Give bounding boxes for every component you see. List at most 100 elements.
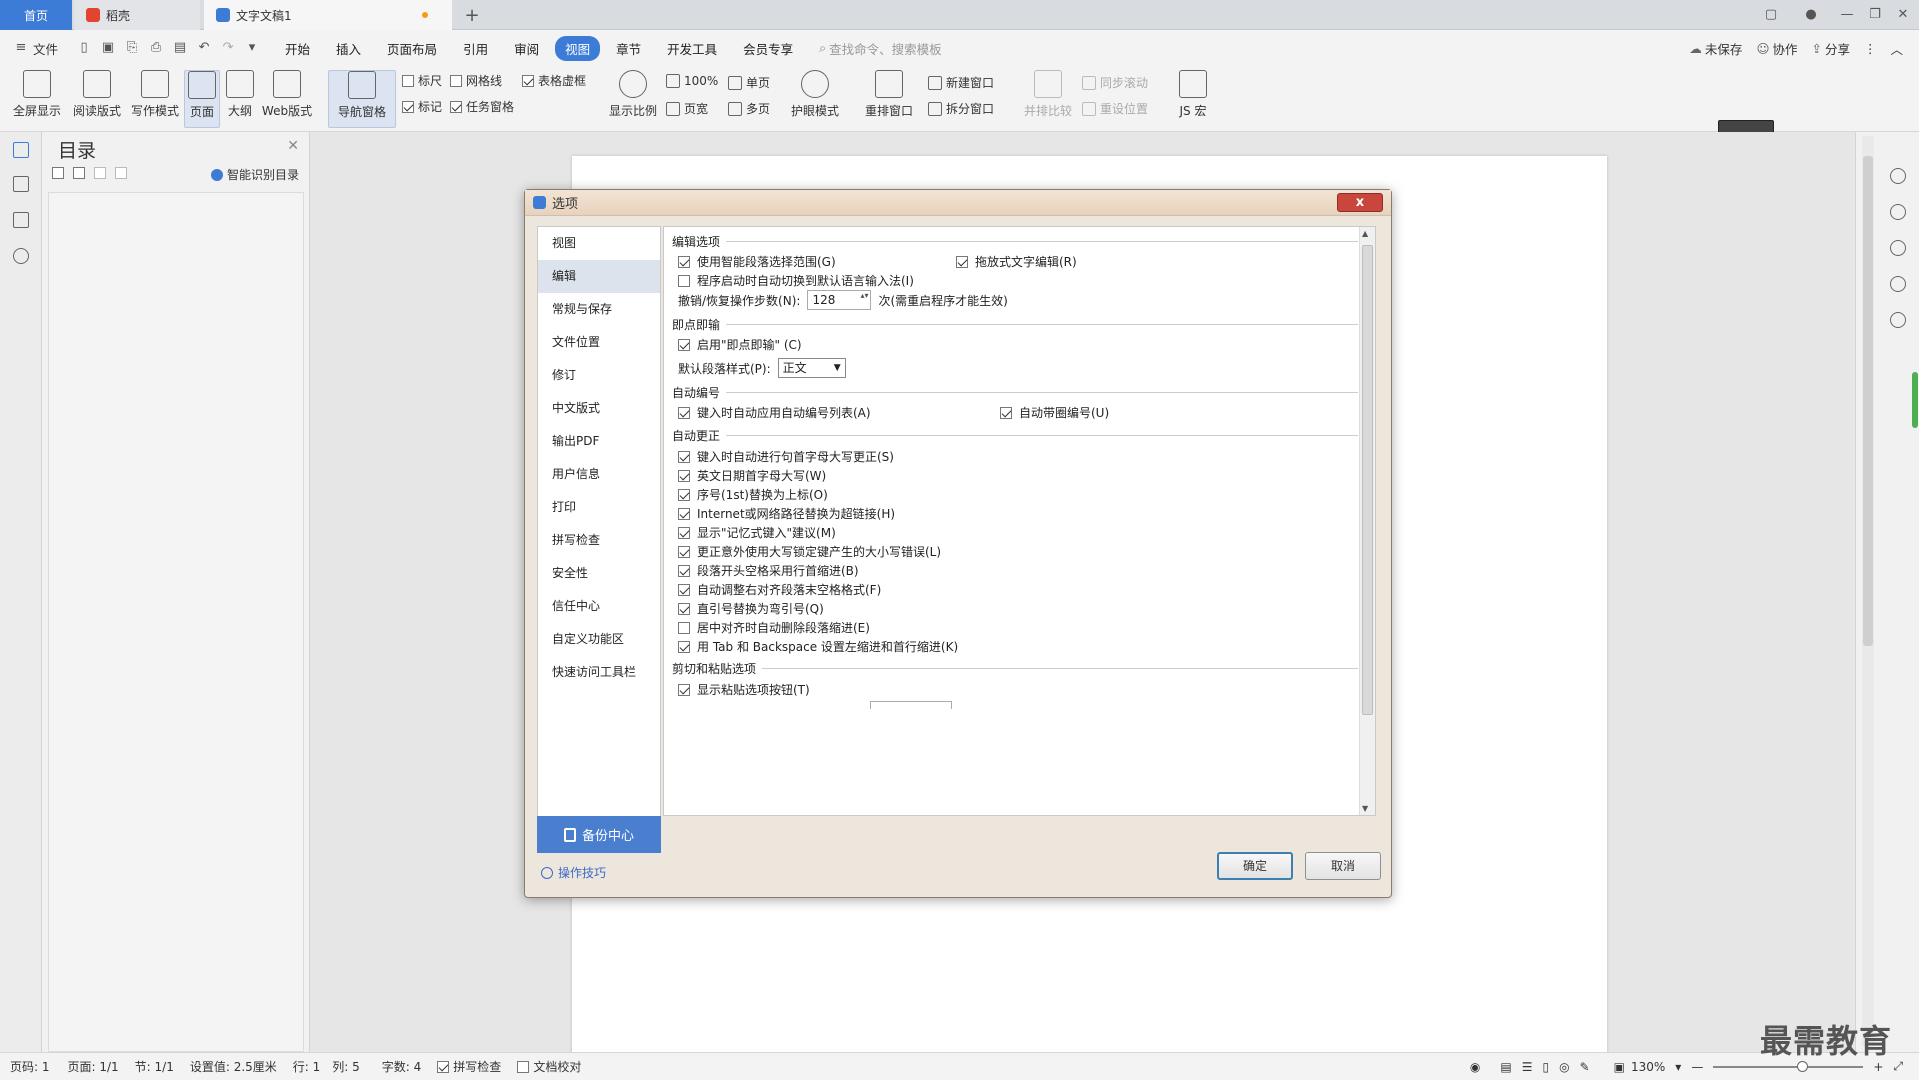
menu-references[interactable]: 引用: [453, 36, 498, 61]
ruler-toggle[interactable]: 标尺: [402, 72, 442, 89]
nav-item-view[interactable]: 视图: [538, 227, 660, 260]
opt-auto-ime[interactable]: 程序启动时自动切换到默认语言输入法(I): [678, 272, 914, 289]
collapse-ribbon-icon[interactable]: ︿: [1890, 39, 1903, 58]
find-icon[interactable]: [13, 248, 29, 264]
new-window-button[interactable]: 新建窗口: [928, 74, 994, 91]
gridlines-toggle[interactable]: 网格线: [450, 72, 502, 89]
opt-smart-quotes-checkbox[interactable]: [678, 602, 690, 615]
web-layout-button[interactable]: Web版式: [258, 70, 316, 119]
opt-enable-click-type-checkbox[interactable]: [678, 338, 690, 351]
opt-capitalize-dates[interactable]: 英文日期首字母大写(W): [678, 467, 826, 484]
file-menu[interactable]: 文件: [33, 39, 58, 58]
select-icon[interactable]: [1890, 240, 1906, 256]
opt-center-delete-checkbox[interactable]: [678, 621, 690, 634]
unsaved-button[interactable]: 未保存: [1705, 39, 1743, 58]
page-view-button[interactable]: 页面: [184, 70, 220, 128]
style-icon[interactable]: [1890, 168, 1906, 184]
opt-center-delete[interactable]: 居中对齐时自动删除段落缩进(E): [678, 619, 870, 636]
options-scroll-thumb[interactable]: [1362, 245, 1373, 715]
dialog-close-button[interactable]: x: [1337, 193, 1383, 212]
writing-mode-button[interactable]: 写作模式: [128, 70, 182, 119]
zoom-button[interactable]: 显示比例: [606, 70, 660, 119]
nav-item-revision[interactable]: 修订: [538, 359, 660, 392]
opt-tab-backspace[interactable]: 用 Tab 和 Backspace 设置左缩进和首行缩进(K): [678, 638, 958, 655]
marks-checkbox[interactable]: [402, 100, 414, 113]
opt-enable-click-type[interactable]: 启用"即点即输" (C): [678, 336, 802, 353]
collab-button[interactable]: 协作: [1772, 39, 1797, 58]
reading-status-icon[interactable]: ▯: [1542, 1060, 1549, 1074]
marks-toggle[interactable]: 标记: [402, 98, 442, 115]
menu-page-layout[interactable]: 页面布局: [377, 36, 447, 61]
opt-paste-button-checkbox[interactable]: [678, 683, 690, 696]
menu-start[interactable]: 开始: [275, 36, 320, 61]
undo-steps-spinner[interactable]: 128: [807, 290, 872, 310]
opt-memory-type-checkbox[interactable]: [678, 526, 690, 539]
nav-item-file-location[interactable]: 文件位置: [538, 326, 660, 359]
nav-item-edit[interactable]: 编辑: [538, 260, 660, 293]
nav-item-security[interactable]: 安全性: [538, 557, 660, 590]
ruler-checkbox[interactable]: [402, 74, 414, 87]
avatar[interactable]: ●: [1800, 6, 1822, 24]
side-handle[interactable]: [1912, 372, 1918, 428]
help-icon[interactable]: [1890, 312, 1906, 328]
zoom-dropdown-icon[interactable]: ▾: [1675, 1060, 1681, 1074]
collapse-icon[interactable]: [73, 167, 85, 179]
menu-chapter[interactable]: 章节: [606, 36, 651, 61]
page-view-status-icon[interactable]: ▤: [1500, 1060, 1511, 1074]
export-icon[interactable]: ⎘: [123, 39, 141, 57]
fullscreen-button[interactable]: 全屏显示: [10, 70, 64, 119]
tab-document[interactable]: 文字文稿1: [204, 0, 452, 30]
cancel-button[interactable]: 取消: [1305, 852, 1381, 880]
nav-item-spell-check[interactable]: 拼写检查: [538, 524, 660, 557]
edit-icon[interactable]: [1890, 204, 1906, 220]
eye-mode-status-icon[interactable]: ◉: [1470, 1060, 1480, 1074]
share-button[interactable]: 分享: [1825, 39, 1850, 58]
opt-first-indent[interactable]: 段落开头空格采用行首缩进(B): [678, 562, 859, 579]
nav-item-general-save[interactable]: 常规与保存: [538, 293, 660, 326]
tab-daoke[interactable]: 稻壳: [74, 0, 200, 30]
opt-capitalize-dates-checkbox[interactable]: [678, 469, 690, 482]
scroll-up-icon[interactable]: ▲: [1362, 229, 1368, 238]
opt-drag-drop-checkbox[interactable]: [956, 255, 968, 268]
opt-smart-para[interactable]: 使用智能段落选择范围(G): [678, 253, 836, 270]
print-preview-icon[interactable]: ▤: [171, 39, 189, 57]
doc-scrollbar[interactable]: [1862, 136, 1874, 1046]
opt-hyperlinks-checkbox[interactable]: [678, 507, 690, 520]
outline-button[interactable]: 大纲: [222, 70, 258, 119]
opt-auto-circle[interactable]: 自动带圈编号(U): [1000, 404, 1109, 421]
opt-auto-circle-checkbox[interactable]: [1000, 406, 1012, 419]
opt-memory-type[interactable]: 显示"记忆式键入"建议(M): [678, 524, 836, 541]
redo-icon[interactable]: ↷: [219, 39, 237, 57]
command-search-input[interactable]: 查找命令、搜索模板: [829, 39, 942, 58]
zoom-slider-thumb[interactable]: [1797, 1060, 1809, 1072]
page-width-button[interactable]: 页宽: [666, 100, 708, 117]
add-heading-icon[interactable]: [94, 167, 106, 179]
new-doc-icon[interactable]: ▯: [75, 39, 93, 57]
task-pane-toggle[interactable]: 任务窗格: [450, 98, 514, 115]
zoom-out-icon[interactable]: —: [1691, 1060, 1703, 1074]
task-pane-checkbox[interactable]: [450, 100, 462, 113]
multi-page-button[interactable]: 多页: [728, 100, 770, 117]
nav-item-quick-access[interactable]: 快速访问工具栏: [538, 656, 660, 689]
outline-status-icon[interactable]: ☰: [1522, 1060, 1533, 1074]
remove-heading-icon[interactable]: [115, 167, 127, 179]
scroll-down-icon[interactable]: ▼: [1362, 804, 1368, 813]
menu-developer[interactable]: 开发工具: [657, 36, 727, 61]
single-page-button[interactable]: 单页: [728, 74, 770, 91]
opt-drag-drop[interactable]: 拖放式文字编辑(R): [956, 253, 1077, 270]
minimize-icon[interactable]: —: [1836, 6, 1858, 24]
status-setting[interactable]: 设置值: 2.5厘米: [190, 1058, 277, 1075]
opt-trailing-space-checkbox[interactable]: [678, 583, 690, 596]
toc-icon[interactable]: [13, 142, 29, 158]
ok-button[interactable]: 确定: [1217, 852, 1293, 880]
zoom-slider[interactable]: [1713, 1060, 1864, 1072]
undo-icon[interactable]: ↶: [195, 39, 213, 57]
sync-scroll-button[interactable]: 同步滚动: [1082, 74, 1148, 91]
close-window-icon[interactable]: ✕: [1892, 6, 1914, 24]
hamburger-icon[interactable]: ≡: [12, 39, 30, 57]
status-pages[interactable]: 页面: 1/1: [68, 1058, 119, 1075]
smart-toc-button[interactable]: 智能识别目录: [210, 166, 299, 183]
arrange-window-button[interactable]: 重排窗口: [858, 70, 920, 119]
js-macro-button[interactable]: JS 宏: [1170, 70, 1216, 119]
doc-scroll-thumb[interactable]: [1863, 156, 1873, 646]
